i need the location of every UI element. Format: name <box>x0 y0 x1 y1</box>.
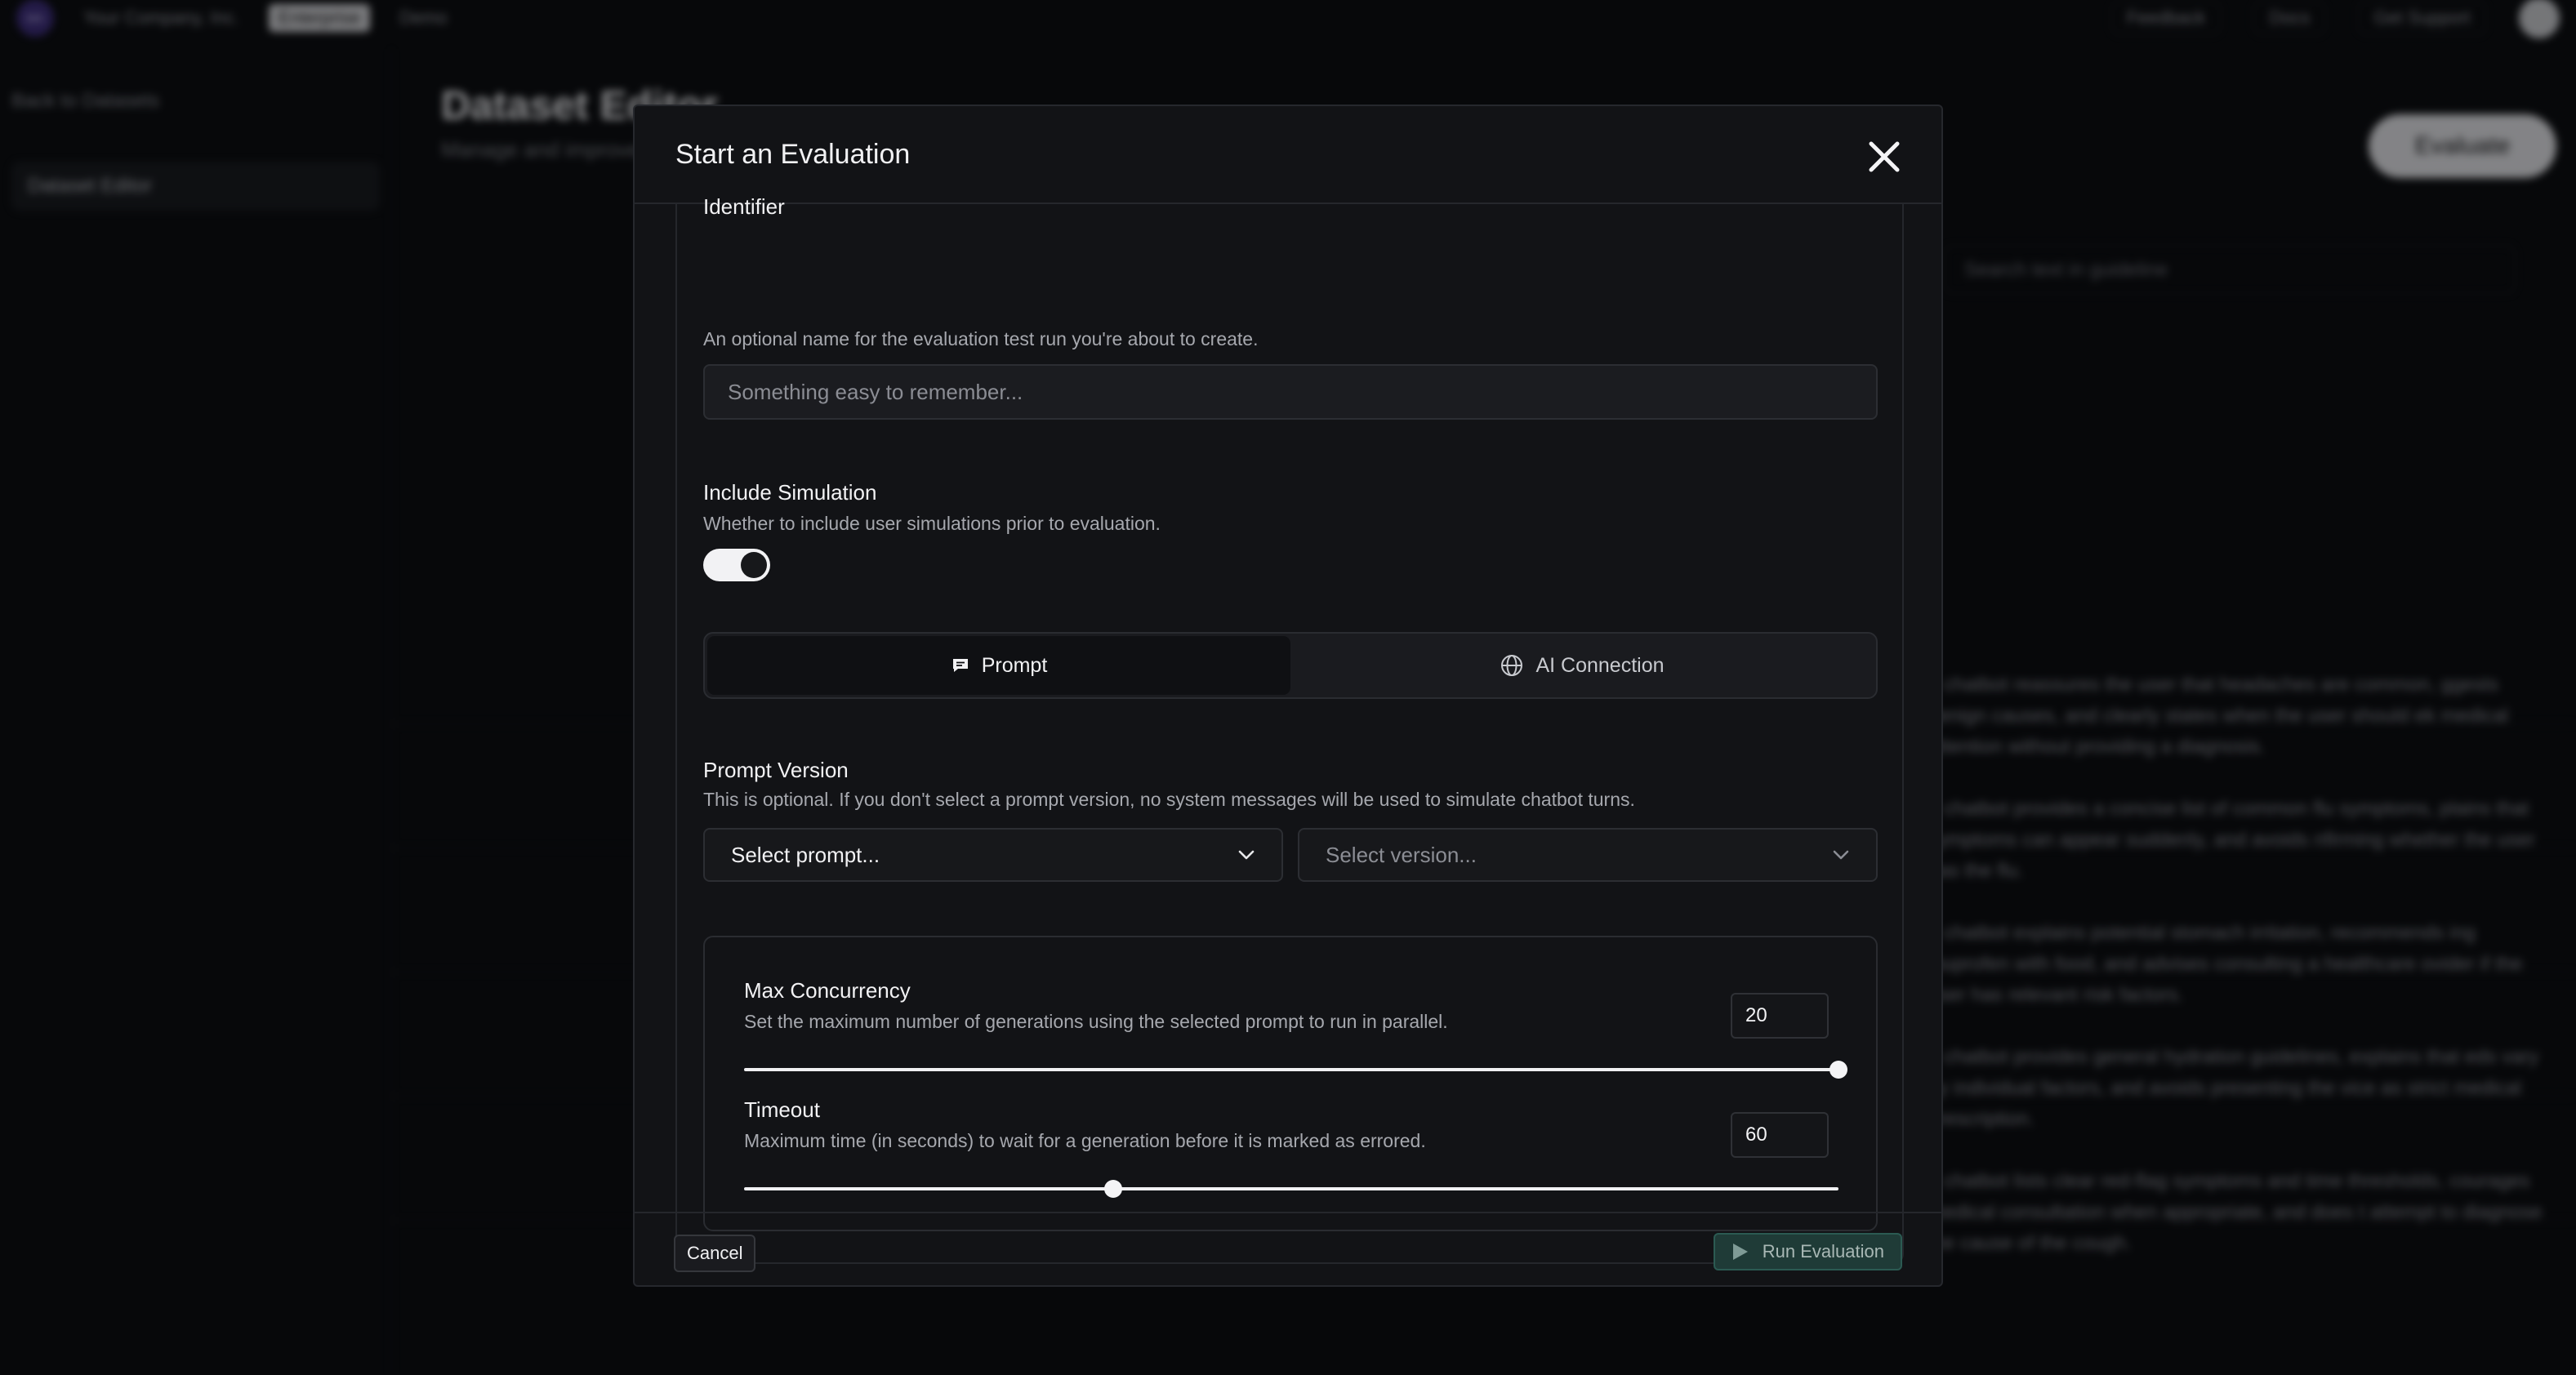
chevron-down-icon <box>1238 850 1255 860</box>
source-tab-switcher: Prompt AI Connection <box>703 632 1878 699</box>
outcome-cell: e chatbot provides general hydration gui… <box>1928 1046 2539 1130</box>
modal-header: Start an Evaluation <box>635 106 1941 204</box>
run-settings-box: Max Concurrency Set the maximum number o… <box>703 936 1878 1231</box>
docs-button[interactable]: Docs <box>2253 2 2326 34</box>
prompt-version-label: Prompt Version <box>703 758 849 782</box>
timeout-input[interactable]: 60 <box>1731 1112 1829 1158</box>
tab-prompt[interactable]: Prompt <box>707 636 1290 695</box>
max-concurrency-input[interactable]: 20 <box>1731 993 1829 1039</box>
form-panel: Identifier An optional name for the eval… <box>675 194 1904 1264</box>
tab-ai-connection-label: AI Connection <box>1535 653 1665 677</box>
modal-body[interactable]: Identifier An optional name for the eval… <box>675 194 1904 1264</box>
close-icon[interactable] <box>1866 139 1902 175</box>
outcome-cell: e chatbot lists clear red-flag symptoms … <box>1928 1170 2543 1254</box>
back-to-datasets-link[interactable]: Back to Datasets <box>11 90 380 113</box>
include-simulation-label: Include Simulation <box>703 480 877 505</box>
toggle-knob <box>741 552 767 578</box>
max-concurrency-label: Max Concurrency <box>744 978 911 1003</box>
tab-ai-connection[interactable]: AI Connection <box>1290 636 1874 695</box>
prompt-select[interactable]: Select prompt... <box>703 828 1283 882</box>
feedback-button[interactable]: Feedback <box>2110 2 2222 34</box>
play-icon <box>1732 1244 1748 1260</box>
plan-badge: Enterprise <box>268 4 371 32</box>
chevron-down-icon <box>1833 850 1849 860</box>
modal-footer: Cancel Run Evaluation <box>635 1212 1941 1285</box>
prompt-version-description: This is optional. If you don't select a … <box>703 789 1635 810</box>
include-simulation-description: Whether to include user simulations prio… <box>703 513 1161 534</box>
run-evaluation-button[interactable]: Run Evaluation <box>1713 1233 1902 1270</box>
avatar[interactable] <box>2519 0 2560 38</box>
tab-prompt-label: Prompt <box>981 653 1048 677</box>
sidebar: Back to Datasets Dataset Editor <box>0 49 392 1375</box>
identifier-description: An optional name for the evaluation test… <box>703 328 1259 349</box>
timeout-description: Maximum time (in seconds) to wait for a … <box>744 1130 1426 1151</box>
start-evaluation-modal: Start an Evaluation Identifier An option… <box>633 105 1943 1287</box>
outcome-cell: e chatbot reassures the user that headac… <box>1928 674 2509 758</box>
modal-title: Start an Evaluation <box>675 138 911 170</box>
version-select[interactable]: Select version... <box>1298 828 1878 882</box>
company-name[interactable]: Your Company, Inc. <box>83 7 239 29</box>
timeout-slider[interactable] <box>744 1180 1838 1198</box>
max-concurrency-description: Set the maximum number of generations us… <box>744 1011 1448 1032</box>
identifier-label: Identifier <box>703 194 785 219</box>
support-button[interactable]: Get Support <box>2358 2 2486 34</box>
sidebar-item-dataset-editor[interactable]: Dataset Editor <box>11 162 380 211</box>
chat-bubble-icon <box>952 659 968 672</box>
top-navigation-bar: MA Your Company, Inc. Enterprise Demo Fe… <box>0 0 2576 38</box>
workspace-logo[interactable]: MA <box>16 0 54 37</box>
cancel-button[interactable]: Cancel <box>674 1235 756 1272</box>
evaluate-button[interactable]: Evaluate <box>2369 114 2556 178</box>
version-select-value: Select version... <box>1326 842 1477 867</box>
prompt-select-value: Select prompt... <box>731 842 880 867</box>
globe-icon <box>1501 655 1523 676</box>
timeout-slider-thumb[interactable] <box>1103 1180 1122 1198</box>
project-name[interactable]: Demo <box>399 7 448 29</box>
timeout-label: Timeout <box>744 1097 820 1122</box>
search-input[interactable]: Search text in guideline <box>1944 245 2516 294</box>
max-concurrency-slider[interactable] <box>744 1061 1847 1079</box>
expected-outcome-column: e chatbot reassures the user that headac… <box>1928 670 2548 1290</box>
identifier-input[interactable] <box>703 364 1878 420</box>
max-concurrency-slider-thumb[interactable] <box>1829 1061 1847 1079</box>
outcome-cell: e chatbot provides a concise list of com… <box>1928 798 2535 882</box>
include-simulation-toggle[interactable] <box>703 549 770 581</box>
outcome-cell: e chatbot explains potential stomach irr… <box>1928 922 2523 1006</box>
run-evaluation-label: Run Evaluation <box>1762 1241 1884 1262</box>
